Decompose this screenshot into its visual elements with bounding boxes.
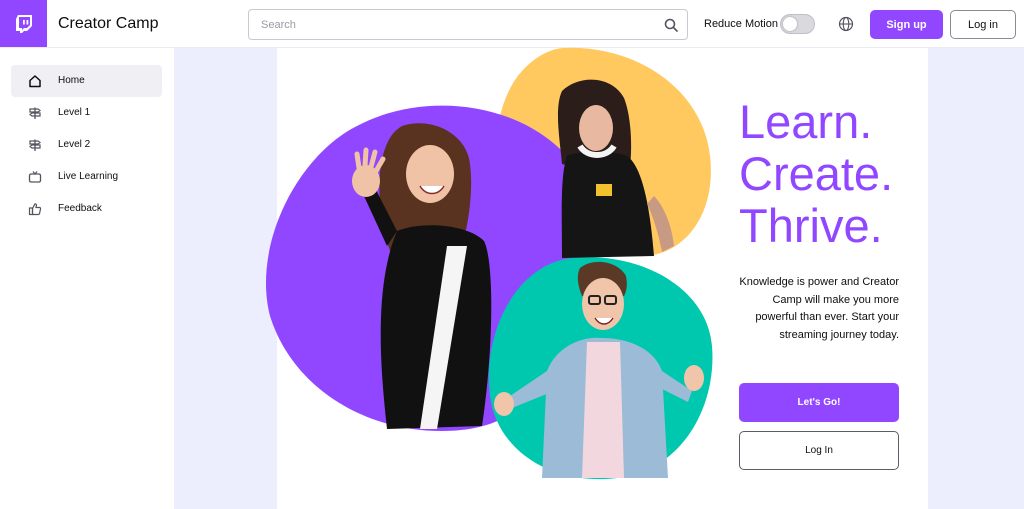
top-bar: Creator Camp Reduce Motion Sign up Log i… — [0, 0, 1024, 48]
sidebar-item-home[interactable]: Home — [11, 65, 162, 97]
lets-go-button[interactable]: Let's Go! — [739, 383, 899, 422]
tv-icon — [28, 171, 42, 183]
sidebar-item-level-1[interactable]: Level 1 — [11, 97, 162, 129]
sidebar-item-label: Live Learning — [58, 171, 119, 182]
search-icon[interactable] — [663, 17, 679, 33]
search-input[interactable] — [261, 16, 641, 34]
headline-line: Learn. — [739, 95, 873, 148]
sidebar-item-label: Level 1 — [58, 107, 91, 118]
globe-icon[interactable] — [838, 16, 854, 32]
reduce-motion-toggle[interactable] — [780, 14, 815, 34]
sidebar-item-label: Home — [58, 75, 85, 86]
signpost-icon — [29, 139, 41, 151]
sidebar-item-label: Level 2 — [58, 139, 91, 150]
sidebar-item-level-2[interactable]: Level 2 — [11, 129, 162, 161]
thumbs-up-icon — [28, 203, 42, 216]
sidebar-item-live-learning[interactable]: Live Learning — [11, 161, 162, 193]
sidebar: Home Level 1 Level 2 Live Learning Feedb… — [0, 48, 174, 509]
twitch-logo-icon[interactable] — [0, 0, 47, 47]
hero-headline: Learn. Create. Thrive. — [739, 96, 893, 252]
sidebar-item-feedback[interactable]: Feedback — [11, 193, 162, 225]
sidebar-item-label: Feedback — [58, 203, 102, 214]
toggle-knob — [783, 17, 797, 31]
hero-tagline: Knowledge is power and Creator Camp will… — [739, 276, 899, 341]
headline-line: Create. — [739, 147, 894, 200]
app-title[interactable]: Creator Camp — [58, 15, 158, 33]
search-box[interactable] — [248, 9, 688, 40]
signup-button[interactable]: Sign up — [870, 10, 943, 39]
login-button[interactable]: Log in — [950, 10, 1016, 39]
hero-login-button[interactable]: Log In — [739, 431, 899, 470]
headline-line: Thrive. — [739, 199, 883, 252]
home-icon — [29, 75, 41, 88]
reduce-motion-label: Reduce Motion — [704, 18, 778, 30]
hero-illustration — [265, 47, 713, 480]
signpost-icon — [29, 107, 41, 119]
